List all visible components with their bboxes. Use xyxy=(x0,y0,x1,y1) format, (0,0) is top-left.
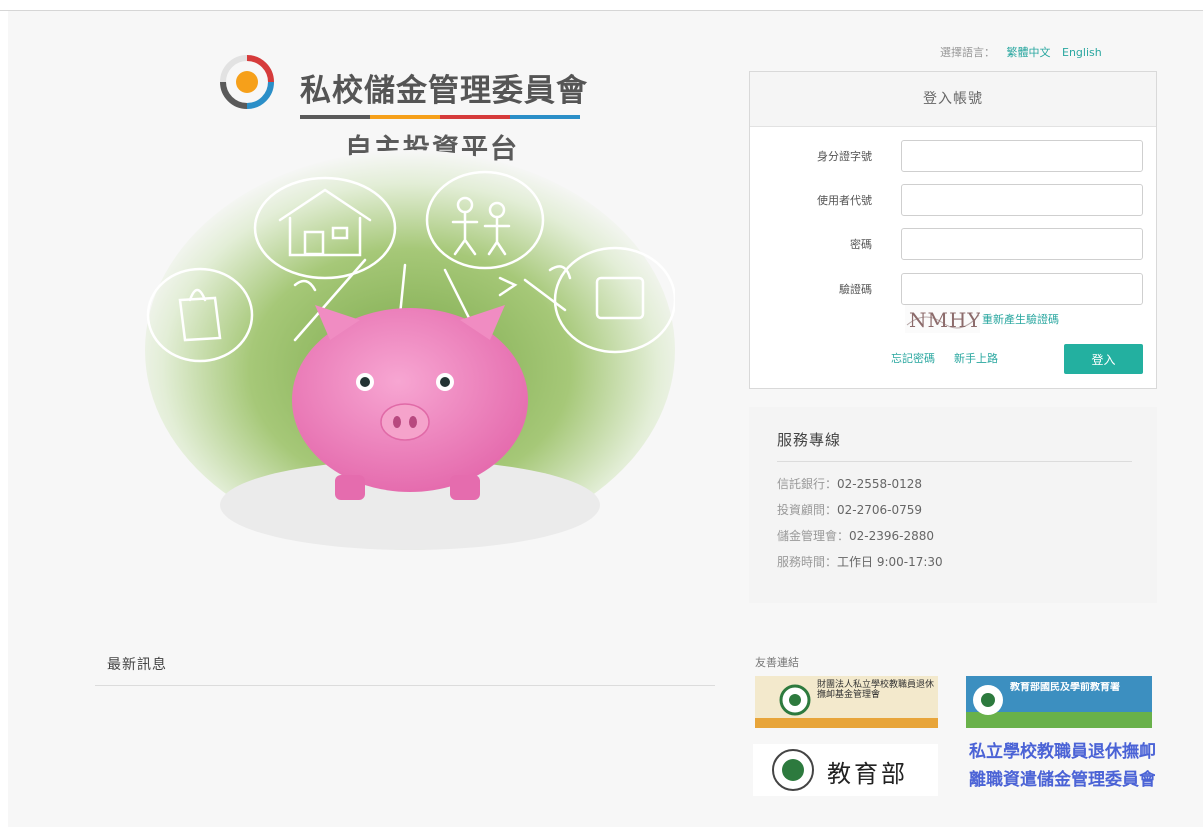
captcha-row: 驗證碼 xyxy=(750,273,1158,305)
banner-k12-link[interactable]: 教育部國民及學前教育署 xyxy=(966,676,1152,728)
getting-started-link[interactable]: 新手上路 xyxy=(954,350,998,366)
password-row: 密碼 xyxy=(750,228,1158,260)
service-title: 服務專線 xyxy=(777,431,842,449)
service-row-trust-bank: 信託銀行：02-2558-0128 xyxy=(777,475,922,492)
captcha-text: NMHY xyxy=(909,308,980,332)
service-divider xyxy=(777,461,1132,462)
service-row-value: 工作日 9:00-17:30 xyxy=(837,555,943,569)
id-number-input[interactable] xyxy=(901,140,1143,172)
banner-committee-link[interactable]: 私立學校教職員退休撫卹 離職資遣儲金管理委員會 xyxy=(963,737,1155,797)
news-divider xyxy=(95,685,715,686)
service-row-label: 服務時間： xyxy=(777,555,838,569)
service-row-label: 信託銀行： xyxy=(777,477,838,491)
news-title: 最新訊息 xyxy=(107,657,167,673)
logo-title: 私校儲金管理委員會 xyxy=(300,73,588,109)
service-hotline-panel: 服務專線 信託銀行：02-2558-0128 投資顧問：02-2706-0759… xyxy=(749,407,1157,603)
banner-moe-link[interactable]: 教育部 xyxy=(753,744,938,796)
language-label: 選擇語言： xyxy=(940,46,995,59)
id-number-label: 身分證字號 xyxy=(817,150,872,163)
service-row-label: 儲金管理會： xyxy=(777,529,850,543)
language-selector: 選擇語言： 繁體中文 English xyxy=(940,44,1102,60)
logo-color-bars xyxy=(300,115,580,119)
service-row-value: 02-2396-2880 xyxy=(849,529,935,543)
forgot-password-link[interactable]: 忘記密碼 xyxy=(891,350,935,366)
friendly-links-title: 友善連結 xyxy=(755,656,799,669)
banner-committee-line1: 私立學校教職員退休撫卹 xyxy=(969,742,1155,762)
banner-moe-text: 教育部 xyxy=(827,760,908,788)
logo-mark-icon xyxy=(220,55,274,109)
service-row-value: 02-2706-0759 xyxy=(837,503,923,517)
language-option-zh[interactable]: 繁體中文 xyxy=(1007,46,1051,59)
service-row-value: 02-2558-0128 xyxy=(837,477,923,491)
password-input[interactable] xyxy=(901,228,1143,260)
user-code-input[interactable] xyxy=(901,184,1143,216)
language-option-en[interactable]: English xyxy=(1062,46,1102,59)
banner-foundation-link[interactable]: 財團法人私立學校教職員退休撫卹基金管理會 xyxy=(755,676,938,728)
service-row-advisor: 投資顧問：02-2706-0759 xyxy=(777,501,922,518)
service-row-hours: 服務時間：工作日 9:00-17:30 xyxy=(777,553,943,570)
captcha-input[interactable] xyxy=(901,273,1143,305)
user-code-row: 使用者代號 xyxy=(750,184,1158,216)
site-logo[interactable]: 私校儲金管理委員會 自主投資平台 xyxy=(220,55,590,165)
password-label: 密碼 xyxy=(850,238,872,251)
service-row-committee: 儲金管理會：02-2396-2880 xyxy=(777,527,934,544)
id-number-row: 身分證字號 xyxy=(750,140,1158,172)
login-header: 登入帳號 xyxy=(750,72,1156,127)
piggy-bank-hero-image xyxy=(145,150,675,550)
login-button[interactable]: 登入 xyxy=(1064,344,1143,374)
banner-foundation-text: 財團法人私立學校教職員退休撫卹基金管理會 xyxy=(817,680,935,700)
captcha-label: 驗證碼 xyxy=(839,283,872,296)
login-panel: 登入帳號 身分證字號 使用者代號 密碼 驗證碼 NMHY 重新產生驗證碼 忘記密… xyxy=(749,71,1157,389)
banner-k12-text: 教育部國民及學前教育署 xyxy=(1010,682,1120,693)
service-row-label: 投資顧問： xyxy=(777,503,838,517)
captcha-image: NMHY xyxy=(905,305,980,333)
refresh-captcha-link[interactable]: 重新產生驗證碼 xyxy=(982,311,1059,327)
banner-committee-line2: 離職資遣儲金管理委員會 xyxy=(969,770,1155,790)
user-code-label: 使用者代號 xyxy=(817,194,872,207)
